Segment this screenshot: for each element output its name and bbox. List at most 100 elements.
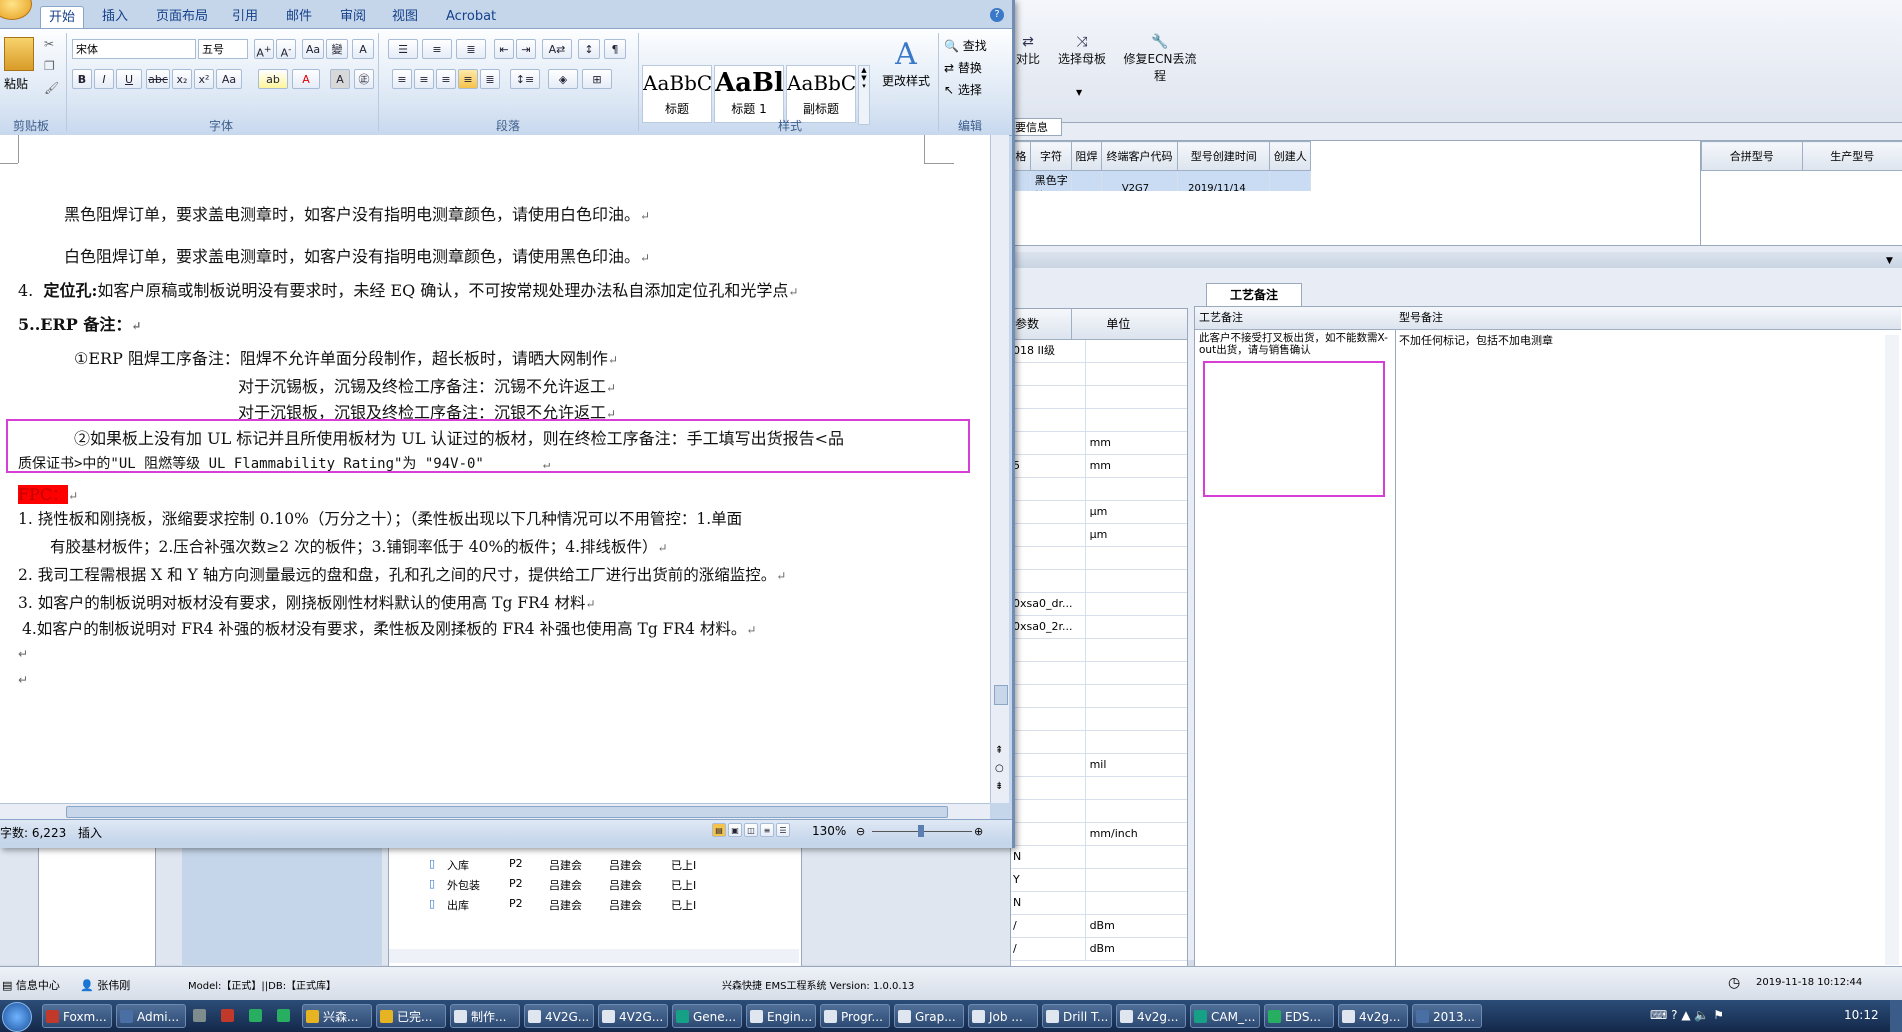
param-row[interactable] — [1011, 409, 1187, 432]
zoom-in-icon[interactable]: ⊕ — [974, 825, 983, 838]
select-master-button[interactable]: ⤨ 选择母板 — [1054, 34, 1110, 74]
change-case-icon[interactable]: Aa — [216, 69, 242, 89]
sort-icon[interactable]: ↕ — [578, 39, 600, 59]
strikethrough-icon[interactable]: abc — [146, 69, 170, 89]
next-page-icon[interactable]: ⇟ — [995, 781, 1003, 792]
tab-view[interactable]: 视图 — [392, 6, 418, 28]
taskbar-button[interactable]: Grap... — [894, 1004, 964, 1028]
font-size-field[interactable]: 五号 — [198, 39, 248, 59]
tab-references[interactable]: 引用 — [232, 6, 258, 28]
taskbar-button[interactable]: 2013... — [1412, 1004, 1482, 1028]
tab-home[interactable]: 开始 — [40, 6, 85, 28]
web-layout-icon[interactable]: ◫ — [744, 823, 758, 837]
phonetic-icon[interactable]: 變 — [326, 39, 348, 59]
col-header[interactable]: 阻焊 — [1071, 141, 1102, 171]
taskbar-button[interactable] — [190, 1004, 214, 1028]
show-desktop-button[interactable] — [1890, 1000, 1902, 1032]
volume-icon[interactable]: 🔈 — [1694, 1008, 1709, 1022]
network-icon[interactable]: ▲ — [1681, 1008, 1690, 1022]
param-row[interactable]: 018 II级 — [1011, 340, 1187, 363]
superscript-icon[interactable]: x² — [194, 69, 214, 89]
param-row[interactable] — [1011, 363, 1187, 386]
show-marks-icon[interactable]: ¶ — [604, 39, 626, 59]
highlight-color-icon[interactable]: ab — [258, 69, 288, 89]
splitter[interactable] — [1010, 252, 1902, 268]
param-row[interactable]: mm — [1011, 432, 1187, 455]
tab-craft-remarks[interactable]: 工艺备注 — [1206, 283, 1302, 306]
taskbar-button[interactable]: 4V2G... — [524, 1004, 594, 1028]
col-header[interactable]: 字符 — [1029, 141, 1073, 171]
help-tray-icon[interactable]: ? — [1671, 1008, 1677, 1022]
prev-page-icon[interactable]: ⇞ — [995, 745, 1003, 756]
param-row[interactable]: µm — [1011, 524, 1187, 547]
info-tab[interactable]: 要信息 — [1010, 118, 1062, 136]
col-header[interactable]: 型号创建时间 — [1177, 141, 1271, 171]
horizontal-scrollbar[interactable] — [0, 803, 990, 820]
taskbar-button[interactable] — [274, 1004, 298, 1028]
taskbar-button[interactable]: Gene... — [672, 1004, 742, 1028]
scroll-thumb[interactable] — [994, 685, 1008, 705]
collapse-icon[interactable]: ▼ — [1886, 256, 1893, 266]
param-row[interactable] — [1011, 478, 1187, 501]
taskbar-button[interactable]: 制作... — [450, 1004, 520, 1028]
subscript-icon[interactable]: x₂ — [172, 69, 192, 89]
italic-icon[interactable]: I — [94, 69, 114, 89]
info-center[interactable]: ▤ 信息中心 — [2, 977, 60, 993]
taskbar-button[interactable]: Drill T... — [1042, 1004, 1112, 1028]
browse-object-icon[interactable]: ○ — [995, 763, 1004, 774]
model-remark-text[interactable]: 不加任何标记，包括不加电测章 — [1395, 330, 1901, 350]
param-row[interactable]: / dBm — [1011, 915, 1187, 938]
vertical-scrollbar[interactable]: ⇞ ○ ⇟ — [990, 135, 1009, 803]
shrink-font-icon[interactable]: A- — [276, 39, 296, 60]
keyboard-icon[interactable]: ⌨ — [1650, 1008, 1667, 1022]
param-row[interactable] — [1011, 731, 1187, 754]
tab-mailings[interactable]: 邮件 — [286, 6, 312, 28]
param-row[interactable]: mm/inch — [1011, 823, 1187, 846]
tree-row[interactable]: ▯ 出库 P2 吕建会 吕建会 已上Ⅰ — [425, 897, 785, 915]
font-color-icon[interactable]: A — [292, 69, 320, 89]
tab-review[interactable]: 审阅 — [340, 6, 366, 28]
help-icon[interactable]: ? — [990, 8, 1004, 22]
enclose-char-icon[interactable]: ㊣ — [354, 69, 374, 89]
print-layout-icon[interactable]: ▤ — [712, 823, 726, 837]
taskbar-button[interactable]: Foxm... — [42, 1004, 112, 1028]
param-row[interactable] — [1011, 386, 1187, 409]
align-center-icon[interactable]: ≡ — [414, 69, 434, 89]
taskbar-button[interactable]: 4v2g... — [1338, 1004, 1408, 1028]
flow-hscroll[interactable] — [389, 949, 799, 963]
select-button[interactable]: ↖ 选择 — [944, 81, 982, 98]
outline-icon[interactable]: ≡ — [760, 823, 774, 837]
paste-icon[interactable] — [4, 37, 34, 71]
col-header[interactable]: 创建人 — [1269, 141, 1311, 171]
zoom-level[interactable]: 130% — [812, 824, 846, 838]
tab-page-layout[interactable]: 页面布局 — [156, 6, 208, 28]
decrease-indent-icon[interactable]: ⇤ — [494, 39, 514, 59]
bold-icon[interactable]: B — [72, 69, 92, 89]
paste-button[interactable]: 粘贴 — [4, 75, 28, 92]
col-header[interactable]: 生产型号 — [1801, 141, 1902, 171]
cut-icon[interactable]: ✂ — [44, 37, 54, 51]
param-row[interactable]: / dBm — [1011, 938, 1187, 961]
align-right-icon[interactable]: ≡ — [436, 69, 456, 89]
dropdown-arrow-icon[interactable]: ▼ — [1076, 88, 1082, 97]
param-row[interactable] — [1011, 800, 1187, 823]
copy-icon[interactable]: ❐ — [44, 59, 55, 73]
taskbar-button[interactable]: Engin... — [746, 1004, 816, 1028]
numbering-icon[interactable]: ≡ — [422, 39, 452, 59]
styles-more-icon[interactable]: ▲ ▼ ▾ — [858, 65, 870, 125]
full-screen-icon[interactable]: ▣ — [728, 823, 742, 837]
param-row[interactable]: N — [1011, 846, 1187, 869]
param-row[interactable]: 5 mm — [1011, 455, 1187, 478]
line-spacing-icon[interactable]: ↕≡ — [510, 69, 540, 89]
char-border-icon[interactable]: A — [352, 39, 374, 59]
taskbar-button[interactable]: EDS... — [1264, 1004, 1334, 1028]
clear-format-icon[interactable]: Aa — [302, 39, 324, 59]
style-subtitle[interactable]: AaBbC 副标题 — [786, 65, 856, 123]
bullets-icon[interactable]: ☰ — [388, 39, 418, 59]
flag-icon[interactable]: ⚑ — [1713, 1008, 1724, 1022]
compare-button[interactable]: ⇄ 对比 — [1010, 34, 1046, 74]
start-button[interactable] — [2, 1002, 32, 1032]
font-name-field[interactable]: 宋体 — [72, 39, 196, 59]
taskbar-button[interactable]: Admi... — [116, 1004, 186, 1028]
param-row[interactable]: 0xsa0_dr... — [1011, 593, 1187, 616]
